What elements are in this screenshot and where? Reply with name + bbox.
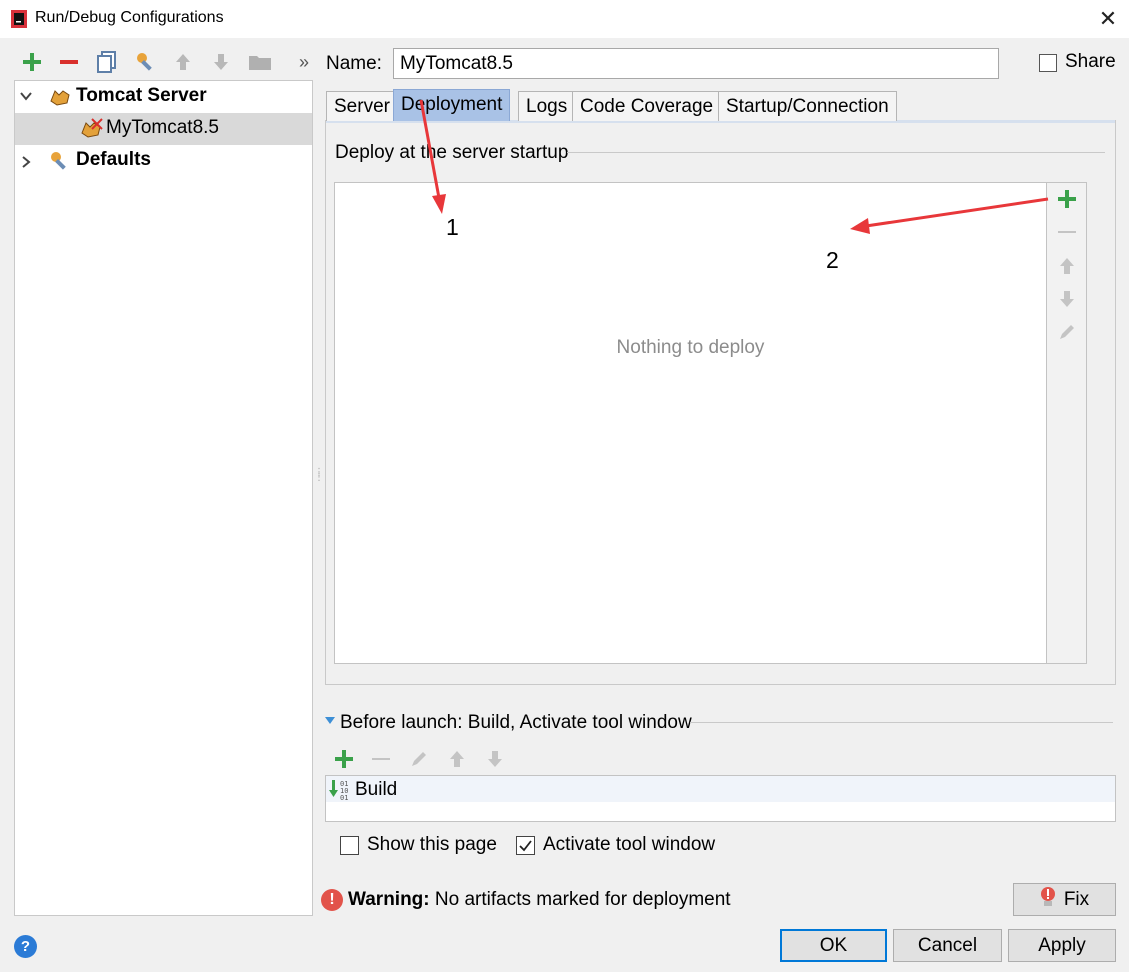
share-checkbox[interactable] bbox=[1039, 54, 1057, 72]
fix-button-label: Fix bbox=[1063, 888, 1090, 910]
tree-item-label: Tomcat Server bbox=[76, 85, 207, 106]
tab-server[interactable]: Server bbox=[326, 91, 398, 121]
copy-icon[interactable] bbox=[95, 50, 119, 74]
tree-item-defaults[interactable]: Defaults bbox=[15, 145, 312, 177]
edit-icon[interactable] bbox=[1056, 321, 1078, 343]
annotation-number-1: 1 bbox=[446, 214, 459, 240]
tab-startup-connection[interactable]: Startup/Connection bbox=[718, 91, 897, 121]
chevron-down-icon[interactable] bbox=[19, 87, 33, 109]
apply-button[interactable]: Apply bbox=[1008, 929, 1116, 962]
tomcat-config-icon bbox=[80, 117, 104, 145]
name-field[interactable]: MyTomcat8.5 bbox=[393, 48, 999, 79]
remove-icon[interactable] bbox=[1056, 221, 1078, 243]
share-label[interactable]: Share bbox=[1065, 51, 1116, 73]
move-down-icon[interactable] bbox=[1056, 288, 1078, 310]
edit-icon[interactable] bbox=[407, 747, 431, 771]
splitter-handle[interactable]: ⋮ ⋮ bbox=[314, 468, 324, 490]
tab-code-coverage[interactable]: Code Coverage bbox=[572, 91, 722, 121]
build-icon: 01 10 01 bbox=[329, 778, 353, 802]
move-down-icon[interactable] bbox=[483, 747, 507, 771]
warning-bold-label: Warning: bbox=[348, 889, 430, 910]
close-icon[interactable]: ✕ bbox=[1090, 2, 1126, 36]
before-launch-label[interactable]: Before launch: Build, Activate tool wind… bbox=[340, 712, 692, 734]
warning-message: Warning: No artifacts marked for deploym… bbox=[348, 889, 731, 911]
remove-icon[interactable] bbox=[57, 50, 81, 74]
lightbulb-icon bbox=[1040, 886, 1056, 914]
activate-tool-window-label[interactable]: Activate tool window bbox=[543, 834, 715, 856]
ok-button[interactable]: OK bbox=[780, 929, 887, 962]
window-title: Run/Debug Configurations bbox=[35, 9, 224, 26]
build-item-label: Build bbox=[355, 779, 398, 800]
chevron-right-icon[interactable] bbox=[19, 153, 33, 175]
defaults-wrench-icon bbox=[49, 150, 71, 178]
warning-text: No artifacts marked for deployment bbox=[429, 889, 731, 910]
deployment-list[interactable] bbox=[334, 182, 1047, 664]
add-icon[interactable] bbox=[20, 50, 44, 74]
more-icon[interactable]: » bbox=[292, 50, 316, 74]
tab-deployment[interactable]: Deployment bbox=[393, 89, 511, 121]
deploy-section-header: Deploy at the server startup bbox=[335, 142, 569, 163]
list-item[interactable] bbox=[326, 776, 1115, 802]
separator bbox=[567, 152, 1105, 153]
cancel-button[interactable]: Cancel bbox=[893, 929, 1002, 962]
add-icon[interactable] bbox=[332, 747, 356, 771]
edit-defaults-icon[interactable] bbox=[134, 50, 158, 74]
show-page-label[interactable]: Show this page bbox=[367, 834, 497, 856]
show-page-checkbox[interactable] bbox=[340, 836, 359, 855]
activate-tool-window-checkbox[interactable] bbox=[516, 836, 535, 855]
svg-text:01: 01 bbox=[340, 794, 348, 800]
annotation-number-2: 2 bbox=[826, 247, 839, 273]
separator bbox=[690, 722, 1113, 723]
move-down-icon[interactable] bbox=[209, 50, 233, 74]
tree-item-label: Defaults bbox=[76, 149, 151, 170]
collapse-triangle-icon[interactable] bbox=[325, 717, 335, 724]
move-up-icon[interactable] bbox=[1056, 255, 1078, 277]
fix-button[interactable]: Fix bbox=[1013, 883, 1116, 916]
remove-icon[interactable] bbox=[369, 747, 393, 771]
tree-item-label: MyTomcat8.5 bbox=[106, 117, 219, 138]
add-icon[interactable] bbox=[1056, 188, 1078, 210]
tab-logs[interactable]: Logs bbox=[518, 91, 576, 121]
name-label: Name: bbox=[326, 53, 382, 74]
move-up-icon[interactable] bbox=[445, 747, 469, 771]
warning-icon: ! bbox=[321, 889, 343, 911]
move-up-icon[interactable] bbox=[171, 50, 195, 74]
tree-item-tomcat-server[interactable]: Tomcat Server bbox=[15, 81, 312, 113]
help-icon[interactable]: ? bbox=[14, 935, 37, 958]
intellij-app-icon bbox=[11, 10, 27, 28]
empty-list-text: Nothing to deploy bbox=[616, 337, 765, 358]
folder-icon[interactable] bbox=[248, 50, 272, 74]
configuration-tree[interactable]: Tomcat Server MyTomcat8.5 Defaults bbox=[14, 80, 313, 916]
tree-item-mytomcat[interactable]: MyTomcat8.5 bbox=[15, 113, 312, 145]
tomcat-icon bbox=[49, 87, 71, 113]
